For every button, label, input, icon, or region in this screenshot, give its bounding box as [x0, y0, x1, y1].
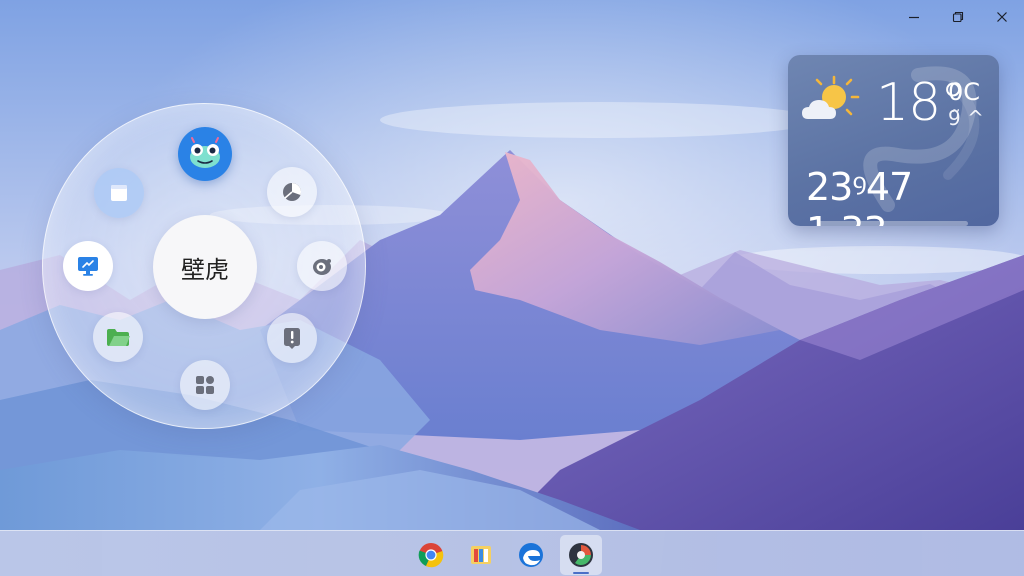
weather-icon-wrap — [798, 73, 862, 133]
launcher-item-monitor[interactable] — [63, 241, 113, 291]
minimize-button[interactable] — [892, 0, 936, 34]
taskbar-apps — [410, 535, 602, 575]
desktop: 壁虎 18° 0C 9̃ ^ 23ꝰ47 — [0, 0, 1024, 576]
launcher-center-label: 壁虎 — [181, 255, 229, 284]
launcher-item-document[interactable] — [94, 168, 144, 218]
folder-icon — [107, 329, 130, 346]
partly-cloudy-icon — [802, 75, 860, 119]
gecko-app-icon — [569, 543, 593, 567]
apps-grid-icon — [196, 376, 214, 394]
monitor-icon — [78, 257, 98, 276]
launcher-center-button[interactable]: 壁虎 — [153, 215, 257, 319]
launcher-item-folder[interactable] — [93, 312, 143, 362]
restore-icon — [952, 11, 964, 23]
camera-icon — [313, 259, 331, 275]
restore-button[interactable] — [936, 0, 980, 34]
launcher-item-apps[interactable] — [180, 360, 230, 410]
document-icon — [111, 185, 127, 201]
taskbar-app-edge[interactable] — [510, 535, 552, 575]
chrome-icon — [418, 543, 444, 568]
window-controls — [892, 0, 1024, 34]
taskbar-app-chrome[interactable] — [410, 535, 452, 575]
alert-icon — [284, 328, 300, 349]
minimize-icon — [909, 16, 919, 19]
close-icon — [997, 12, 1007, 22]
weather-widget[interactable]: 18° 0C 9̃ ^ 23ꝰ47 1.33 — [788, 55, 999, 226]
file-explorer-icon — [471, 546, 491, 564]
launcher-item-alert[interactable] — [267, 313, 317, 363]
pie-chart-icon — [283, 182, 302, 201]
taskbar — [0, 530, 1024, 576]
close-button[interactable] — [980, 0, 1024, 34]
weather-subtext: 9̃ ^ — [948, 106, 984, 130]
launcher-item-mascot[interactable] — [178, 127, 232, 181]
edge-icon — [519, 543, 543, 567]
weather-unit: 0C — [948, 78, 981, 106]
launcher-item-pie-chart[interactable] — [267, 167, 317, 217]
weather-bar — [818, 221, 968, 226]
gecko-mascot-icon — [190, 137, 220, 168]
launcher-item-camera[interactable] — [297, 241, 347, 291]
radial-launcher: 壁虎 — [42, 103, 366, 429]
taskbar-app-file-explorer[interactable] — [460, 535, 502, 575]
weather-reading: 23ꝰ47 1.33 — [806, 165, 913, 226]
taskbar-app-gecko[interactable] — [560, 535, 602, 575]
